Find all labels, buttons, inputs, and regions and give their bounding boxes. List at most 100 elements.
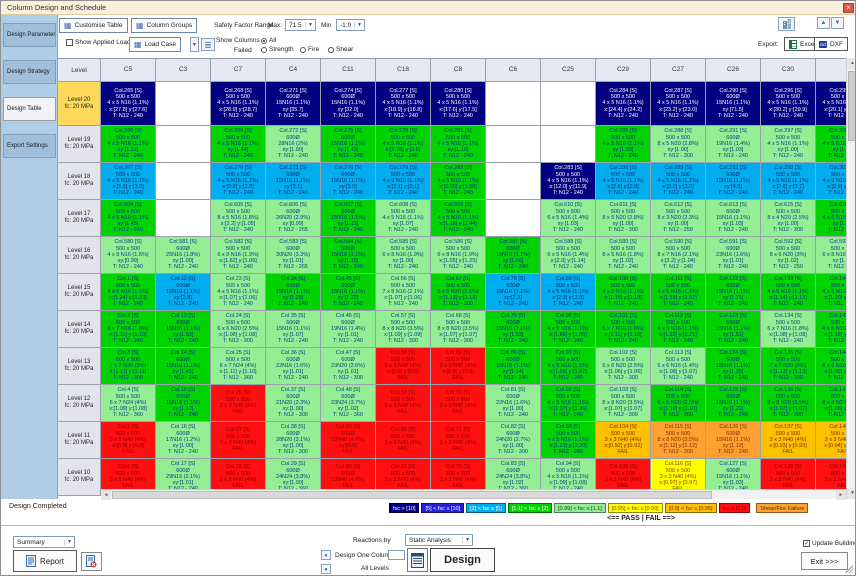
max-safety-factor-select[interactable]: 71.5 ▼ [285, 19, 316, 31]
grid-cell[interactable]: Col.133 [S]500 x 5004 x 5 N16 (1.1%)x:[1… [761, 274, 816, 311]
grid-cell[interactable]: Col.588 [S]500 x 5006 x 5 N16 (1.4%)x:[2… [541, 237, 596, 274]
update-building-checkbox[interactable]: ✓ [803, 540, 810, 547]
grid-cell[interactable]: Col.45 [S]600Ø15N16 (1.1%)xy:[1.22]T: N1… [321, 274, 376, 311]
grid-cell[interactable]: Col.59 [S]500 x 5003 x 3 N40 (4%)FAIL [376, 385, 431, 422]
grid-cell[interactable]: Col.266 [S]500 x 5004 x 5 N16 (1.1%)xy:[… [101, 126, 156, 163]
grid-cell[interactable]: Col.89 [S]500 x 5004 x 5 N16 (1.1%)x:[2.… [541, 274, 596, 311]
grid-cell[interactable] [486, 82, 541, 126]
grid-cell[interactable]: Col.276 [S]600Ø15N16 (1.1%)xy:[3.0]T: N1… [321, 163, 376, 200]
grid-cell[interactable] [541, 126, 596, 163]
scroll-levels-up-button[interactable]: ▲ [817, 17, 830, 29]
grid-column-header[interactable]: C11 [321, 59, 376, 82]
grid-cell[interactable]: Col.605 [S]500 x 5008 x 5 N16 (1.8%)x:[2… [211, 200, 266, 237]
design-button[interactable]: Design [430, 548, 495, 572]
grid-cell[interactable]: Col.273 [S]600Ø15N16 (1.1%)xy:[3.1]T: N1… [266, 163, 321, 200]
grid-cell[interactable]: Col.46 [S]600Ø19N16 (1.4%)xy:[1.01]T: N1… [321, 311, 376, 348]
grid-cell[interactable]: Col.587 [S]600Ø15N16 (1.1%)xy:[1.66]T: N… [486, 237, 541, 274]
grid-cell[interactable] [156, 200, 211, 237]
grid-cell[interactable]: Col.104 [S]500 x 5003 x 3 N40 (4%)x:[0.9… [596, 422, 651, 459]
grid-cell[interactable]: Col.275 [S]600Ø15N16 (1.1%)xy:[1.43]T: N… [321, 126, 376, 163]
grid-cell[interactable]: Col.47 [S]600Ø23N20 (2.6%)xy:[1.01]T: N1… [321, 348, 376, 385]
level-cell[interactable]: Level 18fc: 20 MPa [58, 163, 101, 200]
scroll-levels-down-button[interactable]: ▼ [831, 17, 844, 29]
grid-cell[interactable]: Col.26 [S]500 x 5003 x 3 N40 (4%)FAIL [211, 385, 266, 422]
grid-cell[interactable] [486, 163, 541, 200]
grid-cell[interactable] [156, 82, 211, 126]
grid-cell[interactable]: Col.288 [S]500 x 5008 x 5 N20 (2.8%)xy:[… [651, 126, 706, 163]
grid-cell[interactable]: Col.281 [S]500 x 5004 x 5 N16 (1.1%)xy:[… [431, 126, 486, 163]
grid-cell[interactable]: Col.122 [S]600Ø15N16 (1.1%)xy:[1.71]T: N… [706, 274, 761, 311]
grid-cell[interactable]: Col.296 [S]500 x 5004 x 5 N16 (1.1%)x:[3… [761, 82, 816, 126]
grid-cell[interactable]: Col.101 [S]500 x 5006 x 7 N16 (1.8%)x:[1… [596, 311, 651, 348]
grid-column-header[interactable] [816, 59, 846, 82]
grid-cell[interactable]: Col.112 [S]500 x 5004 x 5 N16 (1.1%)x:[1… [651, 311, 706, 348]
grid-cell[interactable]: Col.289 [S]500 x 5004 x 5 N16 (1.1%)x:[3… [651, 163, 706, 200]
grid-cell[interactable]: Col.593 [S]500 x 5006 x 8 N16 (1.9%)xy:[… [816, 237, 846, 274]
scroll-down-arrow-icon[interactable]: ▼ [847, 488, 856, 499]
grid-column-header[interactable]: C27 [651, 59, 706, 82]
grid-cell[interactable]: Col.125 [S]600Ø15N16 (1.1%)xy:[1.22]T: N… [706, 385, 761, 422]
grid-cell[interactable]: Col.277 [S]500 x 5004 x 5 N16 (1.1%)x:[1… [376, 82, 431, 126]
grid-cell[interactable]: Col.284 [S]500 x 5004 x 5 N16 (1.1%)x:[2… [596, 82, 651, 126]
grid-cell[interactable]: Col.14 [S]600Ø15N16 (1.1%)xy:[1.45]T: N1… [156, 348, 211, 385]
grid-column-header[interactable]: C3 [156, 59, 211, 82]
grid-cell[interactable]: Col.58 [S]500 x 5003 x 3 N40 (4%)x:[0.9]… [376, 348, 431, 385]
grid-cell[interactable]: Col.584 [S]600Ø15N16 (1.1%)xy:[1.18]T: N… [321, 237, 376, 274]
grid-cell[interactable]: Col.285 [S]500 x 5004 x 5 N16 (1.1%)xy:[… [596, 126, 651, 163]
customise-table-button[interactable]: ▦ Customise Table [59, 18, 128, 33]
grid-cell[interactable]: Col.283 [S]500 x 5004 x 5 N16 (1.1%)x:[1… [541, 163, 596, 200]
grid-cell[interactable]: Col.5 [S]500 x 5003 x 3 N40 (4%)x:[0.9] … [101, 422, 156, 459]
grid-cell[interactable]: Col.78 [S]600Ø15N16 (1.1%)xy:[2.3]T: N12… [486, 274, 541, 311]
export-dxf-button[interactable]: dxf DXF [814, 37, 848, 51]
grid-cell[interactable]: Col.103 [S]500 x 5008 x 8 N20 (3.5%)x:[1… [596, 385, 651, 422]
grid-cell[interactable]: Col.299 [S]500 x 5004 x 5 N16 (1.1%)x:[2… [816, 82, 846, 126]
grid-cell[interactable]: Col.274 [S]600Ø15N16 (1.1%)xy:[32.0]T: N… [321, 82, 376, 126]
grid-cell[interactable]: Col.269 [S]500 x 5004 x 5 N16 (1.1%)xy:[… [211, 126, 266, 163]
grid-cell[interactable]: Col.585 [S]500 x 5006 x 8 N16 (1.9%)xy:[… [376, 237, 431, 274]
grid-cell[interactable]: Col.583 [S]600Ø30N20 (3.3%)xy:[1.01]T: N… [266, 237, 321, 274]
grid-cell[interactable]: Col.592 [S]500 x 5008 x 6 N20 (3%)xy:[1.… [761, 237, 816, 274]
grid-cell[interactable]: Col.290 [S]600Ø15N16 (1.1%)xy:[71.5]T: N… [706, 82, 761, 126]
grid-cell[interactable]: Col.49 [S]600Ø10N40 (4.4%)xy:[0.9]FAIL [321, 422, 376, 459]
show-applied-loads-checkbox[interactable] [66, 39, 73, 46]
sidebar-tab-design-table[interactable]: Design Table [3, 97, 56, 121]
design-one-column-input[interactable] [388, 550, 405, 560]
grid-cell[interactable]: Col.611 [S]500 x 5008 x 5 N20 (2.8%)xy:[… [596, 200, 651, 237]
grid-cell[interactable]: Col.610 [S]500 x 5006 x 5 N16 (1.4%)xy:[… [541, 200, 596, 237]
load-case-button[interactable]: ▦ Load Case [129, 37, 181, 52]
grid-cell[interactable]: Col.27 [S]500 x 5003 x 3 N40 (4%)FAIL [211, 422, 266, 459]
report-button[interactable]: Report [13, 550, 77, 572]
grid-cell[interactable]: Col.137 [S]500 x 5003 x 3 N40 (4%)x:[0.9… [761, 422, 816, 459]
exit-button[interactable]: Exit >>> [801, 552, 848, 570]
grid-cell[interactable]: Col.67 [S]500 x 5006 x 6 N20 (2.5%)x:[1.… [431, 274, 486, 311]
grid-cell[interactable]: Col.126 [S]600Ø15N16 (1.1%)xy:[1.12]T: N… [706, 422, 761, 459]
grid-cell[interactable]: Col.148 [S]500 x 5003 x 3 N40 (4%)x:[0.9… [816, 422, 846, 459]
grid-cell[interactable]: Col.287 [S]500 x 5004 x 5 N16 (1.1%)x:[2… [651, 82, 706, 126]
level-cell[interactable]: Level 11fc: 20 MPa [58, 422, 101, 459]
grid-cell[interactable]: Col.298 [S]500 x 5004 x 5 N16 (1.1%)x:[2… [761, 163, 816, 200]
grid-cell[interactable]: Col.100 [S]500 x 5004 x 5 N16 (1.1%)x:[1… [596, 274, 651, 311]
grid-cell[interactable]: Col.38 [S]600Ø28N20 (3.1%)xy:[1.00]T: N1… [266, 422, 321, 459]
level-cell[interactable]: Level 10fc: 20 MPa [58, 459, 101, 496]
grid-cell[interactable]: Col.300 [S]500 x 5004 x 5 N16 (1.1%)xy:[… [816, 126, 846, 163]
scroll-left-arrow-icon[interactable]: ◄ [101, 490, 111, 500]
radio-shear[interactable] [328, 47, 334, 53]
load-case-dropdown-button[interactable]: ▼ [190, 37, 199, 52]
min-safety-factor-select[interactable]: -1.0 ▼ [336, 19, 365, 31]
grid-cell[interactable]: Col.69 [S]500 x 5003 x 3 N40 (4%)x:[0.9]… [431, 348, 486, 385]
grid-cell[interactable]: Col.25 [S]500 x 5006 x 7 N24 (4%)x:[1.11… [211, 348, 266, 385]
horizontal-scroll-thumb[interactable] [112, 491, 712, 499]
grid-cell[interactable]: Col.35 [S]600Ø15N16 (1.1%)xy:[1.07]T: N1… [266, 311, 321, 348]
grid-cell[interactable]: Col.582 [S]500 x 5006 x 8 N16 (1.9%)x:[1… [211, 237, 266, 274]
grid-cell[interactable]: Col.147 [S]500 x 5008 x 8 N20 (3.5%)x:[1… [816, 385, 846, 422]
load-case-list-button[interactable]: ≣ [201, 38, 215, 51]
grid-cell[interactable]: Col.91 [S]500 x 5004 x 5 N16 (1.1%)x:[1.… [541, 348, 596, 385]
resize-grip[interactable] [845, 565, 853, 573]
grid-cell[interactable]: Col.291 [S]600Ø19N16 (1.4%)xy:[1.03]T: N… [706, 126, 761, 163]
grid-cell[interactable]: Col.145 [S]500 x 5004 x 5 N16 (1.1%)x:[1… [816, 311, 846, 348]
grid-cell[interactable]: Col.123 [S]600Ø15N16 (1.1%)xy:[1.51]T: N… [706, 311, 761, 348]
grid-cell[interactable]: Col.70 [S]500 x 5003 x 3 N40 (4%)FAIL [431, 385, 486, 422]
grid-cell[interactable]: Col.12 [S]600Ø15N16 (1.1%)xy:[2.8]T: N12… [156, 274, 211, 311]
grid-cell[interactable]: Col.111 [S]500 x 5004 x 5 N16 (1.1%)x:[1… [651, 274, 706, 311]
radio-all[interactable] [261, 38, 267, 44]
